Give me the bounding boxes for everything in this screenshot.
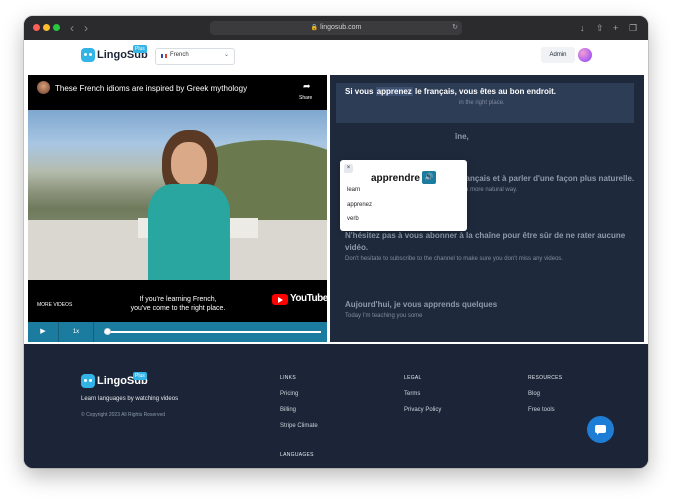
play-icon: ▶ xyxy=(40,328,46,335)
browser-titlebar: ‹ › 🔒 lingosub.com ↻ ↓ ⇧ + ❐ xyxy=(24,16,648,40)
youtube-play-icon xyxy=(272,294,288,305)
progress-bar[interactable] xyxy=(104,328,321,335)
youtube-wordmark: YouTube xyxy=(290,293,328,304)
segment-english: Don't hesitate to subscribe to the chann… xyxy=(345,256,564,262)
tab-overview-icon[interactable]: ❐ xyxy=(629,21,637,35)
play-button[interactable]: ▶ xyxy=(28,322,59,342)
footer-link-pricing[interactable]: Pricing xyxy=(280,391,298,397)
player-controls: ▶ 1x xyxy=(28,322,327,342)
segment-french: Si vous apprenez le français, vous êtes … xyxy=(345,87,556,96)
footer-links-heading: LINKS xyxy=(280,375,296,381)
speaker-icon[interactable]: 🔊 xyxy=(422,171,436,184)
share-browser-icon[interactable]: ⇧ xyxy=(596,21,604,35)
presenter-face xyxy=(171,142,207,186)
url-text: lingosub.com xyxy=(320,24,362,31)
speed-button[interactable]: 1x xyxy=(59,322,94,342)
footer-tagline: Learn languages by watching videos xyxy=(81,396,179,402)
popup-translation: learn xyxy=(347,187,361,193)
segment-french: N'hésitez pas à vous abonner à la chaîne… xyxy=(345,231,626,252)
popup-form: apprenez xyxy=(347,202,373,208)
new-tab-icon[interactable]: + xyxy=(613,21,618,35)
segment-english: Today I'm teaching you some xyxy=(345,313,423,319)
main-content: These French idioms are inspired by Gree… xyxy=(24,72,648,344)
lock-icon: 🔒 xyxy=(310,25,319,31)
language-label: French xyxy=(170,52,189,58)
more-videos-label[interactable]: MORE VIDEOS xyxy=(37,302,72,308)
footer-link-privacy-policy[interactable]: Privacy Policy xyxy=(404,407,441,413)
footer-languages-heading: LANGUAGES xyxy=(280,452,314,458)
segment-english: in the right place. xyxy=(459,100,505,106)
word-definition-popup: × apprendre 🔊 learn apprenez verb xyxy=(340,160,467,231)
footer-copyright: © Copyright 2023 All Rights Reserved xyxy=(81,412,166,418)
browser-window: ‹ › 🔒 lingosub.com ↻ ↓ ⇧ + ❐ LingoSub Plu… xyxy=(24,16,648,468)
footer-link-free-tools[interactable]: Free tools xyxy=(528,407,555,413)
footer-link-stripe-climate[interactable]: Stripe Climate xyxy=(280,423,318,429)
chevron-down-icon: ⌄ xyxy=(223,52,229,58)
admin-button[interactable]: Admin xyxy=(541,47,575,63)
caption-line-2: you've come to the right place. xyxy=(130,305,226,312)
chat-support-icon[interactable] xyxy=(587,416,614,443)
footer-link-billing[interactable]: Billing xyxy=(280,407,296,413)
footer-logo-icon[interactable] xyxy=(81,374,95,388)
highlighted-word[interactable]: apprenez xyxy=(375,87,413,96)
caption-line-1: If you're learning French, xyxy=(139,296,217,303)
footer-link-terms[interactable]: Terms xyxy=(404,391,420,397)
zoom-window-button[interactable] xyxy=(53,24,60,31)
transcript-segment[interactable]: N'hésitez pas à vous abonner à la chaîne… xyxy=(345,230,635,265)
footer-legal-heading: LEGAL xyxy=(404,375,422,381)
video-caption-area: MORE VIDEOS If you're learning French, y… xyxy=(28,280,328,322)
close-window-button[interactable] xyxy=(33,24,40,31)
close-icon[interactable]: × xyxy=(344,164,353,173)
popup-word: apprendre xyxy=(371,173,420,184)
logo-icon[interactable] xyxy=(81,48,95,62)
footer-link-blog[interactable]: Blog xyxy=(528,391,540,397)
channel-avatar[interactable] xyxy=(37,81,50,94)
share-label[interactable]: Share xyxy=(299,95,312,101)
forward-arrow-icon[interactable]: › xyxy=(84,21,88,35)
language-select[interactable]: French ⌄ xyxy=(155,48,235,65)
transcript-segment[interactable]: îne, xyxy=(345,131,635,143)
transcript-segment-active[interactable]: Si vous apprenez le français, vous êtes … xyxy=(336,83,634,123)
plus-badge: Plus xyxy=(133,45,147,53)
progress-knob[interactable] xyxy=(104,328,111,335)
youtube-logo[interactable]: YouTube xyxy=(272,293,328,307)
back-arrow-icon[interactable]: ‹ xyxy=(70,21,74,35)
reload-icon[interactable]: ↻ xyxy=(452,21,458,35)
video-frame[interactable] xyxy=(28,110,327,280)
segment-french: Aujourd'hui, je vous apprends quelques xyxy=(345,300,498,309)
minimize-window-button[interactable] xyxy=(43,24,50,31)
video-caption: If you're learning French, you've come t… xyxy=(108,295,248,313)
address-bar[interactable]: 🔒 lingosub.com ↻ xyxy=(210,21,462,35)
transcript-segment[interactable]: Aujourd'hui, je vous apprends quelques T… xyxy=(345,299,635,322)
presenter-body xyxy=(148,184,230,280)
downloads-icon[interactable]: ↓ xyxy=(580,21,585,35)
video-title[interactable]: These French idioms are inspired by Gree… xyxy=(55,84,247,93)
footer: LingoSub Plus Learn languages by watchin… xyxy=(24,344,648,468)
avatar[interactable] xyxy=(578,48,592,62)
footer-plus-badge: Plus xyxy=(133,372,147,380)
share-icon[interactable]: ➦ xyxy=(303,81,311,92)
video-player[interactable]: These French idioms are inspired by Gree… xyxy=(28,75,328,322)
popup-part-of-speech: verb xyxy=(347,216,359,222)
footer-resources-heading: RESOURCES xyxy=(528,375,563,381)
segment-french: îne, xyxy=(455,132,469,141)
french-flag-icon xyxy=(161,54,167,58)
app-header: LingoSub Plus French ⌄ Admin xyxy=(24,40,648,72)
